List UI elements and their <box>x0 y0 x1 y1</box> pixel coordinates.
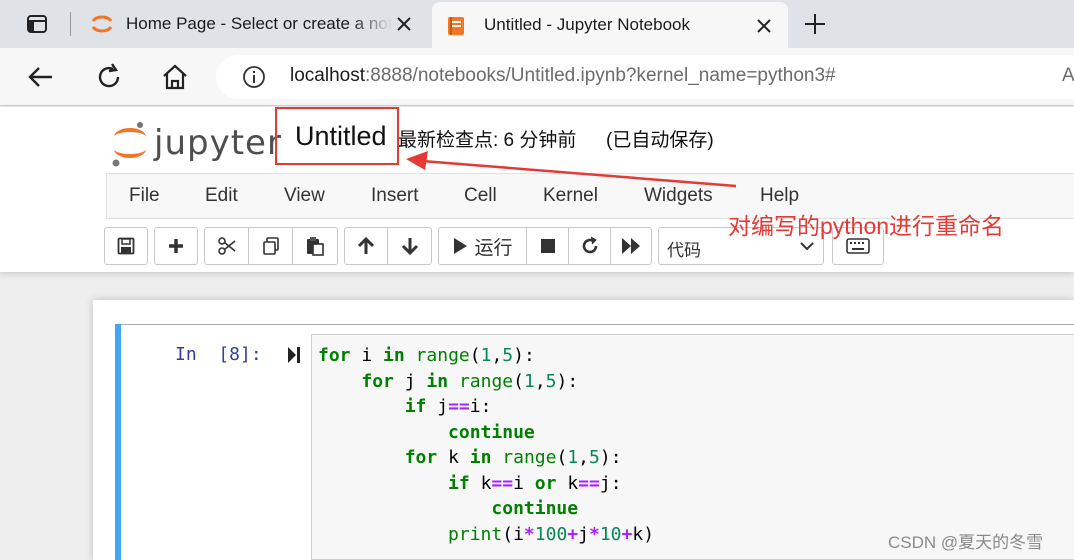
url-text: localhost:8888/notebooks/Untitled.ipynb?… <box>290 65 836 87</box>
tab-title: Untitled - Jupyter Notebook <box>484 15 690 34</box>
run-button[interactable]: 运行 <box>439 228 527 264</box>
url-path: :8888/notebooks/Untitled.ipynb?kernel_na… <box>365 65 836 86</box>
toolbar-group-edit <box>204 227 338 265</box>
stop-icon[interactable] <box>527 228 569 264</box>
home-icon[interactable] <box>160 62 190 92</box>
cell-type-value: 代码 <box>667 241 701 260</box>
browser-tab-strip: Home Page - Select or create a notebook … <box>0 0 1074 48</box>
tab-home-page[interactable]: Home Page - Select or create a notebook <box>78 0 428 48</box>
toolbar-group-insert <box>154 227 198 265</box>
notebook-favicon-icon <box>444 14 468 38</box>
toolbar-group-save <box>104 227 148 265</box>
code-line: print(i*100+j*10+k) <box>448 523 655 545</box>
move-up-icon[interactable] <box>345 228 388 264</box>
run-label: 运行 <box>474 237 513 259</box>
tab-title: Home Page - Select or create a notebook <box>126 14 392 33</box>
code-line: continue <box>491 498 579 519</box>
code-text: for i in range(1,5): for j in range(1,5)… <box>318 343 654 547</box>
reload-icon[interactable] <box>94 62 124 92</box>
cell-prompt: In [8]: <box>175 344 262 365</box>
back-arrow-icon[interactable] <box>26 62 56 92</box>
cut-icon[interactable] <box>205 228 249 264</box>
save-icon[interactable] <box>105 228 147 264</box>
notebook-container: In [8]: for i in range(1,5): for j in ra… <box>93 300 1074 560</box>
checkpoint-status: 最新检查点: 6 分钟前 <box>398 130 577 151</box>
menu-help[interactable]: Help <box>760 185 799 207</box>
annotation-text: 对编写的python进行重命名 <box>728 213 1005 239</box>
address-bar[interactable]: localhost:8888/notebooks/Untitled.ipynb?… <box>216 55 1074 99</box>
toolbar-group-move <box>344 227 432 265</box>
restart-icon[interactable] <box>569 228 611 264</box>
code-line: for j in range(1,5): <box>361 370 579 392</box>
browser-nav-bar: localhost:8888/notebooks/Untitled.ipynb?… <box>0 48 1074 106</box>
autosave-status: (已自动保存) <box>606 130 714 151</box>
code-line: for k in range(1,5): <box>404 447 622 468</box>
code-line: if k==i or k==j: <box>448 472 622 494</box>
code-editor[interactable]: for i in range(1,5): for j in range(1,5)… <box>311 334 1074 560</box>
logo-text: jupyter <box>154 123 282 163</box>
tab-untitled-notebook[interactable]: Untitled - Jupyter Notebook <box>432 2 788 48</box>
annotation-arrow <box>406 151 737 188</box>
copy-icon[interactable] <box>249 228 293 264</box>
run-icon <box>454 238 468 254</box>
jupyter-logo[interactable]: jupyter <box>110 117 281 169</box>
code-line: for i in range(1,5): <box>318 345 535 366</box>
code-line: if j==i: <box>404 396 492 417</box>
jupyter-favicon-icon <box>90 12 114 36</box>
tab-divider <box>70 12 71 36</box>
move-down-icon[interactable] <box>388 228 431 264</box>
paste-icon[interactable] <box>293 228 337 264</box>
notebook-title[interactable]: Untitled <box>295 121 387 152</box>
read-aloud-icon[interactable]: A <box>1062 65 1074 87</box>
info-icon[interactable] <box>242 65 266 89</box>
menu-file[interactable]: File <box>129 185 160 207</box>
run-cell-icon[interactable] <box>287 346 303 364</box>
fast-forward-icon[interactable] <box>611 228 651 264</box>
close-icon[interactable] <box>754 16 774 36</box>
code-line: continue <box>448 421 535 443</box>
tab-actions-icon[interactable] <box>18 10 56 38</box>
menu-view[interactable]: View <box>284 185 325 207</box>
notebook-title-highlight: Untitled <box>275 107 399 165</box>
close-icon[interactable] <box>394 14 414 34</box>
url-host: localhost <box>290 65 365 86</box>
toolbar-group-run: 运行 <box>438 227 652 265</box>
plus-icon[interactable] <box>800 10 830 38</box>
menu-edit[interactable]: Edit <box>205 185 238 207</box>
watermark: CSDN @夏天的冬雪 <box>888 533 1044 552</box>
add-cell-icon[interactable] <box>155 228 197 264</box>
